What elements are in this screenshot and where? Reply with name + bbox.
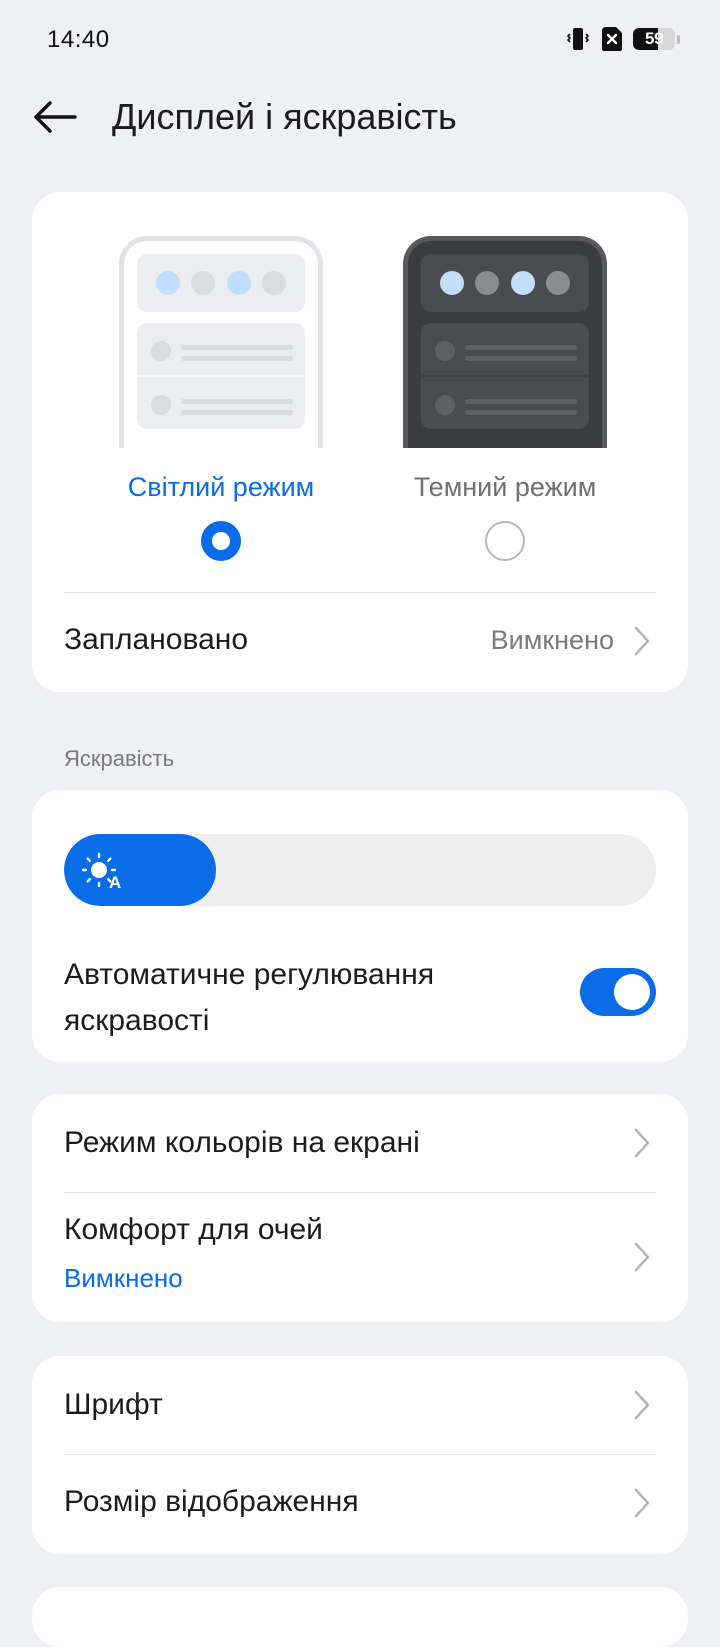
preview-row-dot	[151, 341, 171, 361]
preview-dot	[510, 271, 535, 295]
dark-mode-option[interactable]: Темний режим	[400, 236, 610, 561]
eye-comfort-label: Комфорт для очей	[64, 1213, 323, 1246]
preview-row-dot	[151, 395, 171, 415]
vibrate-icon	[565, 26, 591, 52]
dark-mode-preview	[403, 236, 607, 448]
preview-dot	[191, 271, 216, 295]
display-size-label: Розмір відображення	[64, 1485, 359, 1518]
preview-line	[465, 345, 577, 350]
status-bar: 14:40 59	[0, 0, 720, 82]
screen-color-mode-row[interactable]: Режим кольорів на екрані	[32, 1094, 688, 1192]
toggle-knob	[614, 974, 650, 1010]
preview-dot	[261, 271, 286, 295]
preview-quick-settings	[137, 254, 305, 312]
preview-line	[465, 410, 577, 415]
color-card: Режим кольорів на екрані Комфорт для оче…	[32, 1094, 688, 1322]
dark-mode-radio[interactable]	[485, 521, 525, 561]
brightness-card: A Автоматичне регулювання яскравості	[32, 790, 688, 1062]
preview-line	[181, 356, 293, 361]
status-time: 14:40	[47, 26, 110, 53]
preview-line	[181, 345, 293, 350]
preview-row	[137, 323, 305, 375]
preview-row-dot	[435, 395, 455, 415]
preview-row	[137, 375, 305, 429]
preview-list	[421, 323, 589, 429]
preview-quick-settings	[421, 254, 589, 312]
back-button[interactable]	[30, 92, 80, 142]
auto-brightness-sun-icon: A	[82, 852, 121, 890]
preview-dot	[545, 271, 570, 295]
status-icons: 59	[565, 26, 680, 52]
preview-dot	[226, 271, 251, 295]
display-size-row[interactable]: Розмір відображення	[32, 1455, 688, 1554]
preview-dot	[475, 271, 500, 295]
next-settings-card	[32, 1587, 688, 1647]
font-row[interactable]: Шрифт	[32, 1356, 688, 1454]
header: Дисплей і яскравість	[0, 82, 720, 152]
preview-list	[137, 323, 305, 429]
chevron-right-icon	[634, 1128, 650, 1158]
preview-line	[465, 356, 577, 361]
arrow-left-icon	[34, 101, 77, 133]
light-mode-radio[interactable]	[201, 521, 241, 561]
font-card: Шрифт Розмір відображення	[32, 1356, 688, 1554]
light-mode-option[interactable]: Світлий режим	[116, 236, 326, 561]
preview-line	[181, 399, 293, 404]
chevron-right-icon	[634, 1488, 650, 1518]
scheduled-value: Вимкнено	[490, 625, 614, 655]
chevron-right-icon	[634, 626, 650, 656]
svg-text:A: A	[109, 873, 121, 890]
preview-dot	[156, 271, 181, 295]
preview-row	[421, 375, 589, 429]
preview-line	[181, 410, 293, 415]
dark-mode-label: Темний режим	[413, 472, 597, 502]
preview-row-dot	[435, 341, 455, 361]
eye-comfort-row[interactable]: Комфорт для очей Вимкнено	[32, 1193, 688, 1322]
screen-color-mode-label: Режим кольорів на екрані	[64, 1126, 420, 1159]
auto-brightness-label: Автоматичне регулювання яскравості	[64, 958, 435, 1037]
preview-row	[421, 323, 589, 375]
no-sim-icon	[601, 26, 623, 52]
font-label: Шрифт	[64, 1388, 163, 1421]
battery-level-text: 59	[645, 29, 663, 48]
battery-icon: 59	[633, 28, 675, 50]
display-mode-card: Світлий режим Темний режим Заплановано В…	[32, 192, 688, 692]
chevron-right-icon	[634, 1390, 650, 1420]
eye-comfort-status: Вимкнено	[64, 1263, 183, 1293]
battery-cap	[677, 34, 680, 44]
page-title: Дисплей і яскравість	[112, 96, 457, 137]
light-mode-label: Світлий режим	[127, 472, 315, 502]
chevron-right-icon	[634, 1242, 650, 1272]
scheduled-row[interactable]: Заплановано Вимкнено	[32, 593, 688, 692]
scheduled-label: Заплановано	[64, 623, 249, 656]
preview-line	[465, 399, 577, 404]
light-mode-preview	[119, 236, 323, 448]
auto-brightness-toggle[interactable]	[580, 968, 656, 1016]
brightness-section-header: Яскравість	[64, 746, 175, 771]
preview-dot	[440, 271, 465, 295]
brightness-slider[interactable]: A	[64, 834, 656, 906]
